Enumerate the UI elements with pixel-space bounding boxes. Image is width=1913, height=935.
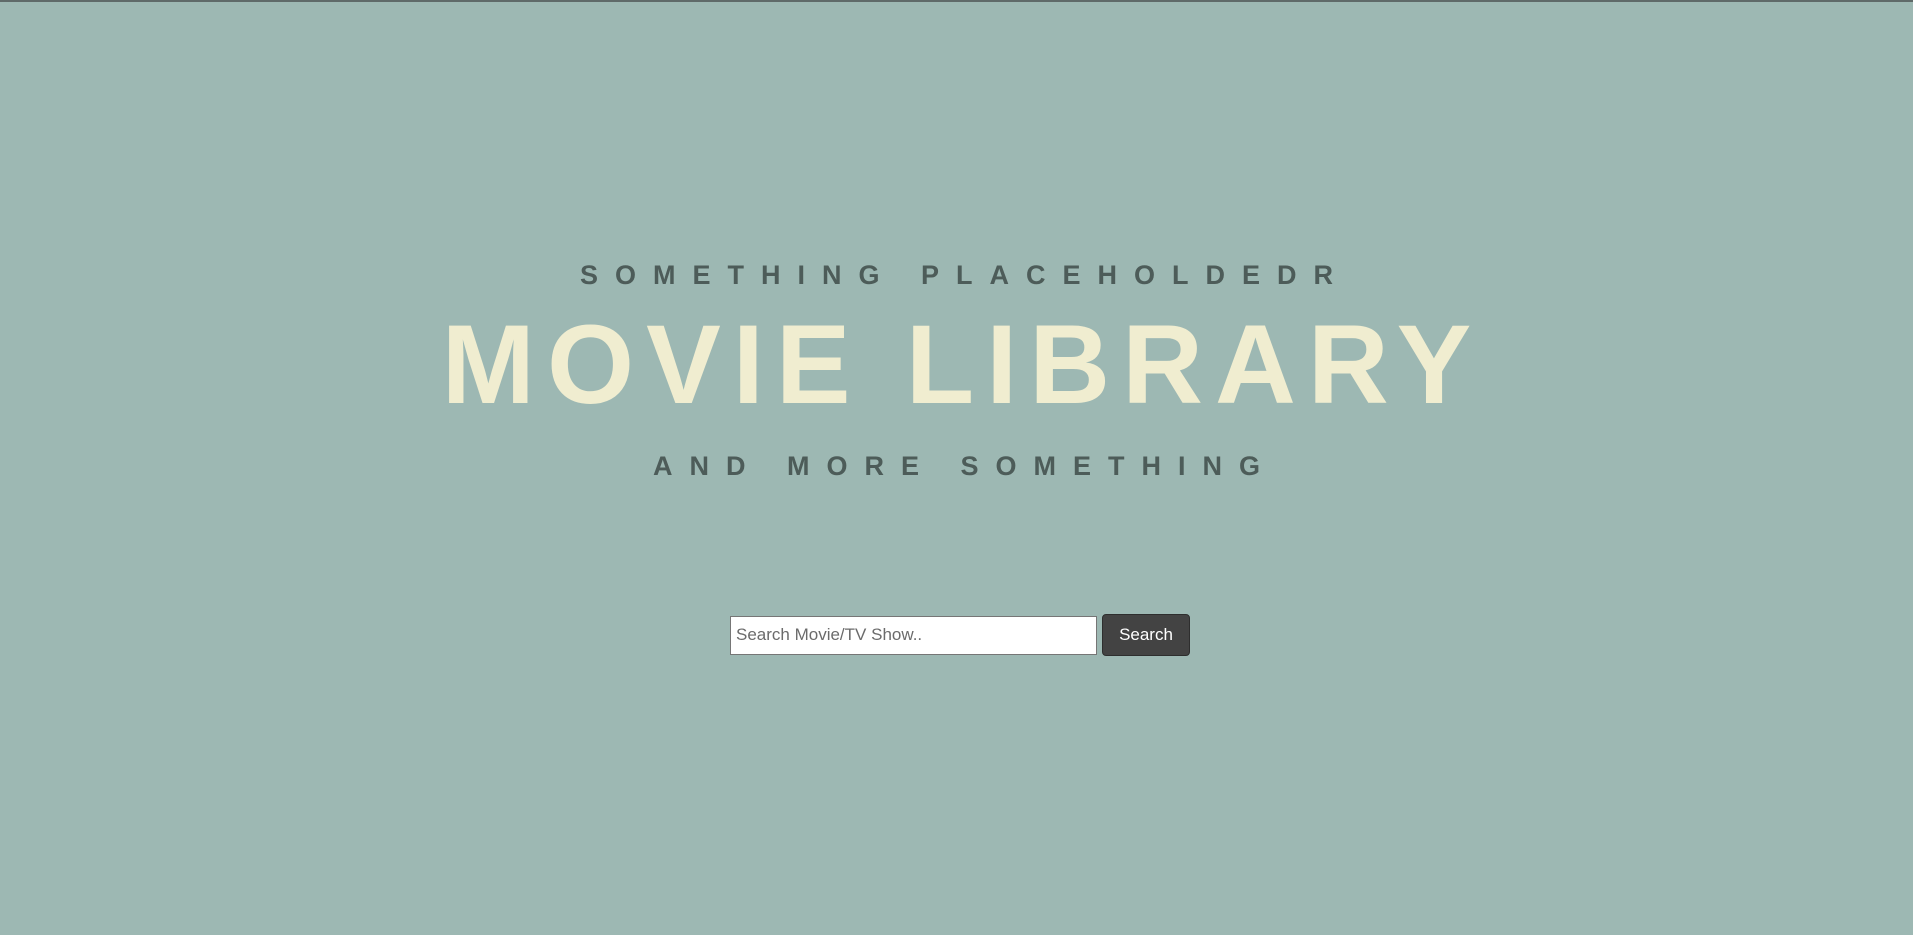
- hero-section: SOMETHING PLACEHOLDEDR MOVIE LIBRARY AND…: [0, 0, 1913, 935]
- search-form: Search: [730, 614, 1190, 656]
- search-input[interactable]: [730, 615, 1097, 655]
- page-title: MOVIE LIBRARY: [441, 302, 1484, 427]
- tagline-bottom: AND MORE SOMETHING: [652, 451, 1277, 481]
- search-button[interactable]: Search: [1102, 614, 1190, 656]
- tagline-top: SOMETHING PLACEHOLDEDR: [579, 260, 1350, 290]
